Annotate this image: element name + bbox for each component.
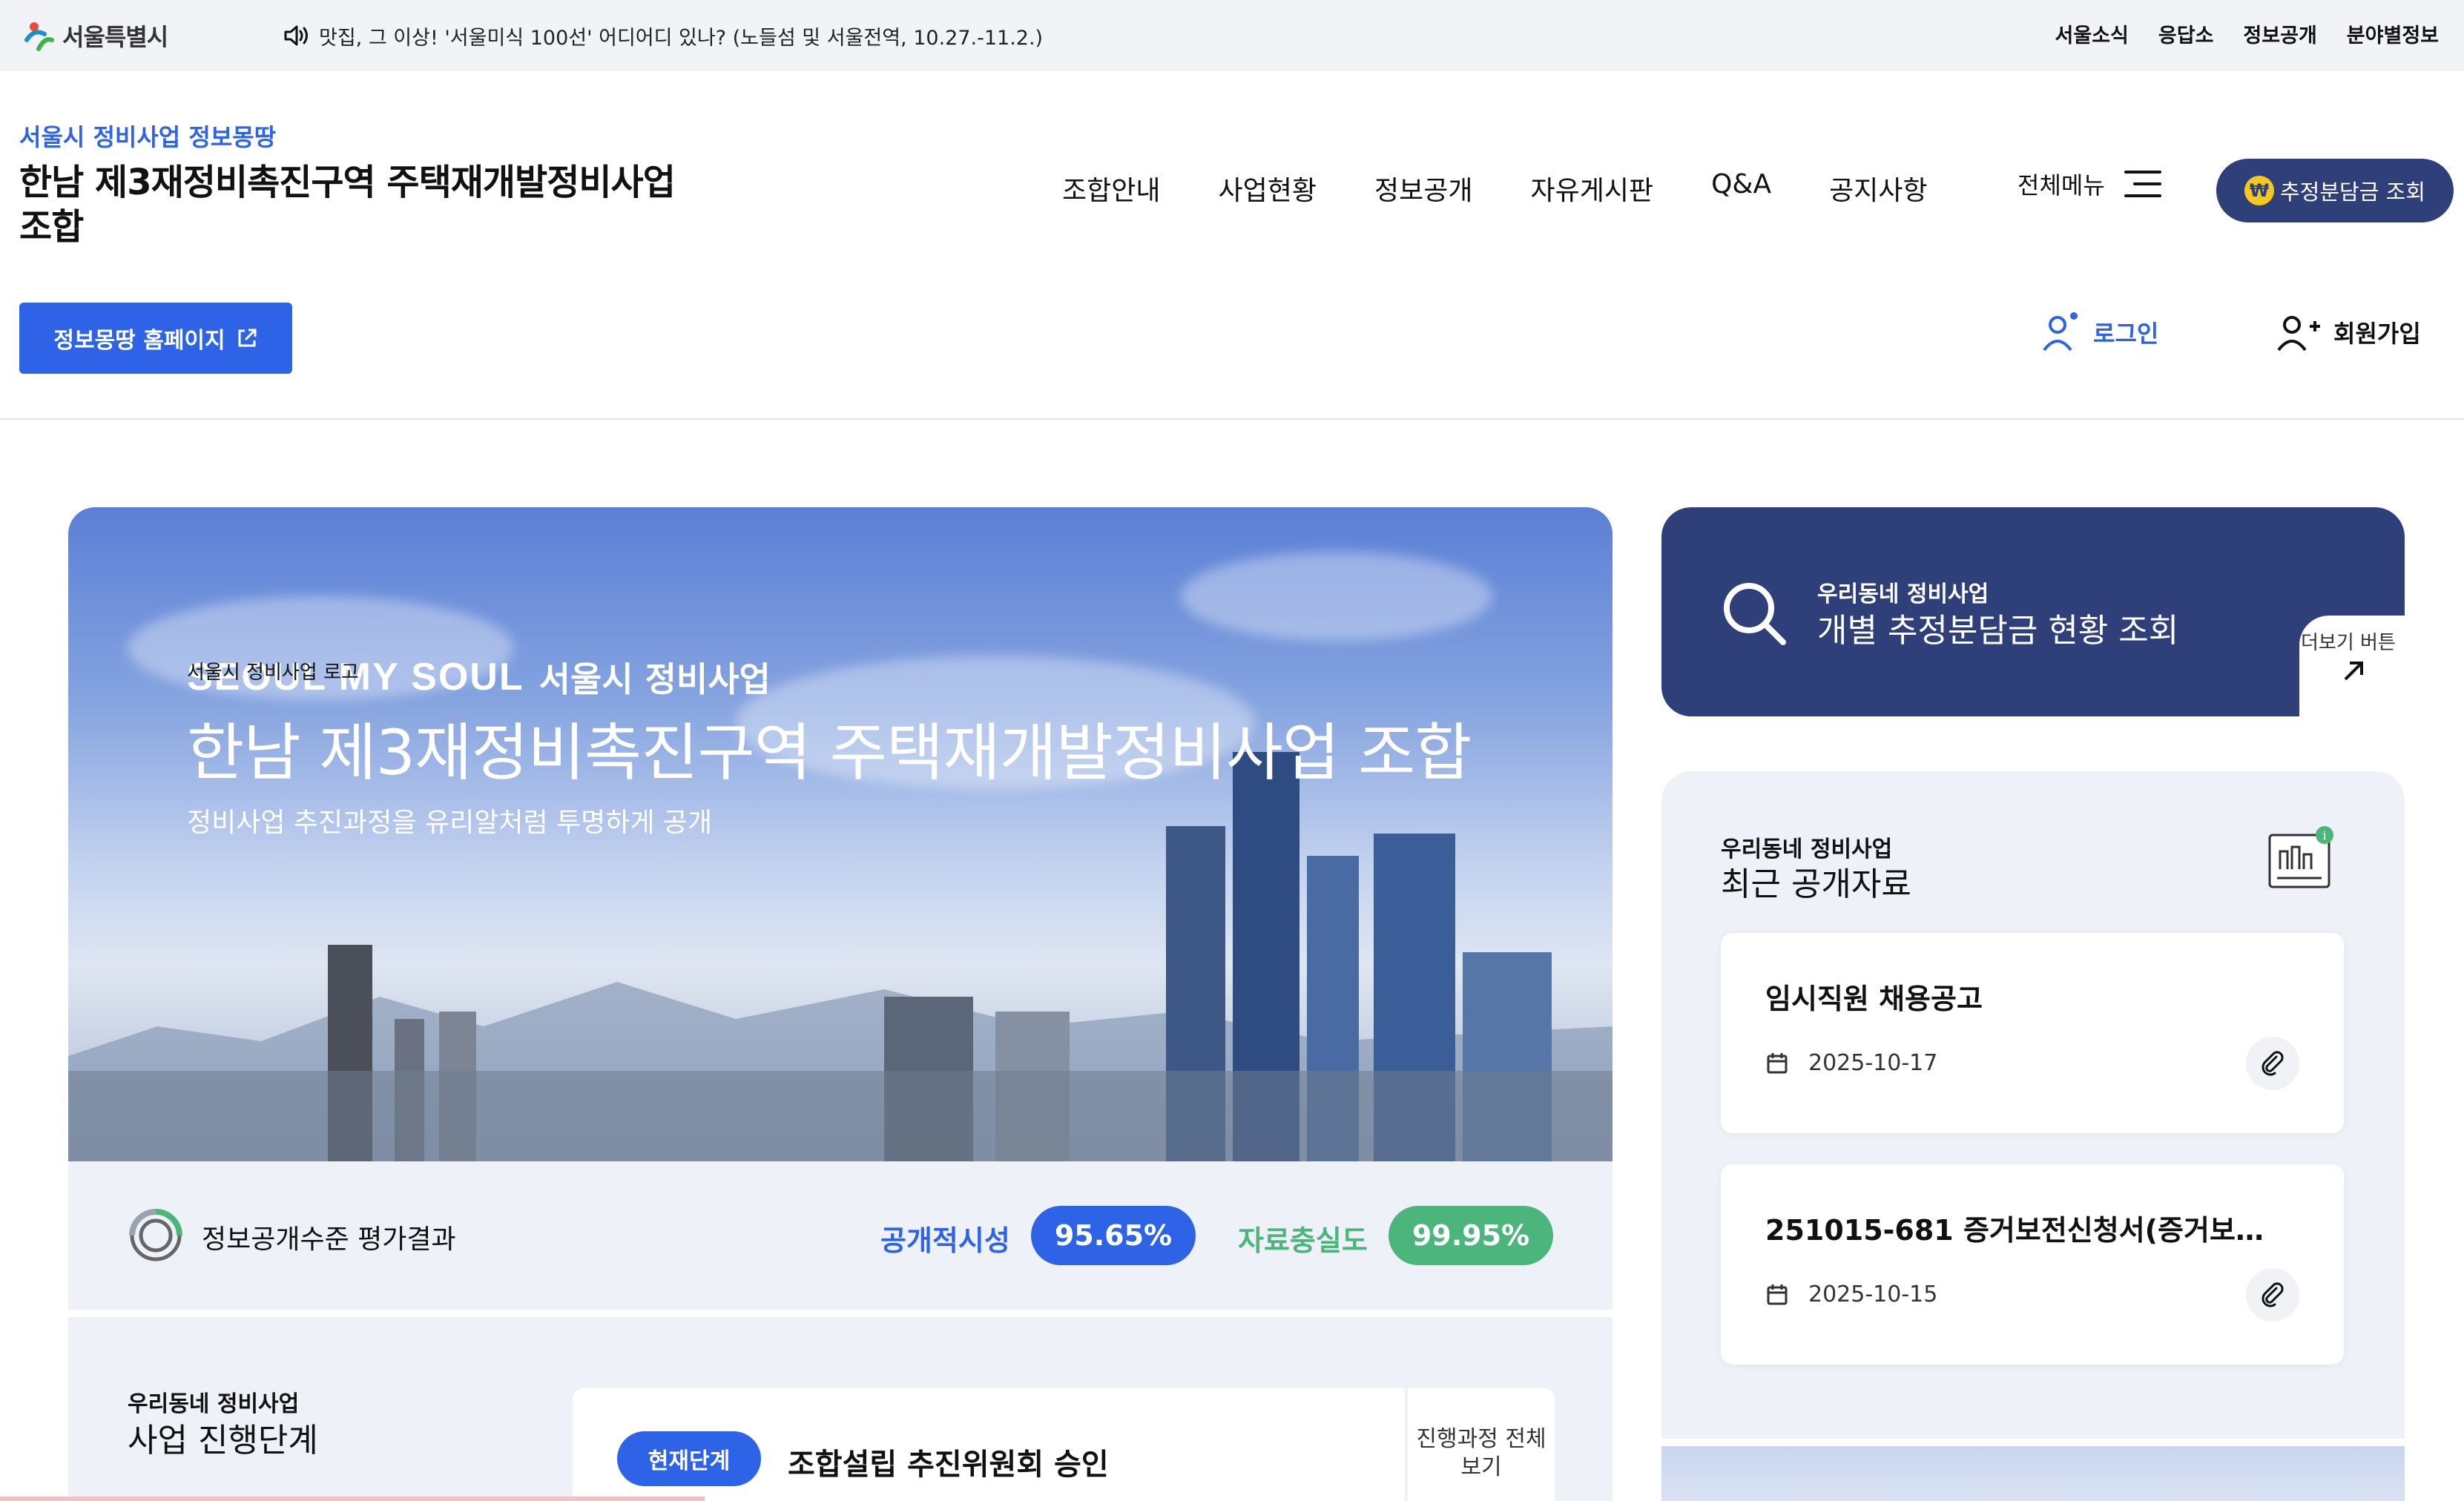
paperclip-icon[interactable] xyxy=(2246,1268,2299,1322)
nav-item-board[interactable]: 자유게시판 xyxy=(1530,169,1653,208)
nav-item-disclosure[interactable]: 정보공개 xyxy=(1374,169,1472,208)
all-menu-button[interactable]: 전체메뉴 xyxy=(2017,166,2161,202)
evaluation-bar: 정보공개수준 평가결과 공개적시성 95.65% 자료충실도 99.95% xyxy=(68,1161,1613,1310)
recent-title: 최근 공개자료 xyxy=(1721,865,1911,903)
calendar-icon xyxy=(1767,1052,1788,1073)
external-link-icon xyxy=(238,329,257,347)
view-all-stages-button[interactable]: 진행과정 전체보기 xyxy=(1408,1388,1555,1501)
site-subtitle[interactable]: 서울시 정비사업 정보몽땅 xyxy=(19,119,276,153)
page-scroll-progress xyxy=(0,1497,705,1501)
item-title: 임시직원 채용공고 xyxy=(1765,983,1983,1015)
paperclip-icon[interactable] xyxy=(2246,1037,2299,1090)
user-plus-icon xyxy=(2277,316,2320,352)
arrow-up-right-icon[interactable] xyxy=(2339,656,2369,685)
login-label: 로그인 xyxy=(2093,320,2159,348)
home-button-label: 정보몽땅 홈페이지 xyxy=(53,328,225,354)
notice-text: 맛집, 그 이상! '서울미식 100선' 어디어디 있나? (노들섬 및 서울… xyxy=(319,26,1044,50)
util-link-response[interactable]: 응답소 xyxy=(2158,19,2214,48)
hero-title: 한남 제3재정비촉진구역 주택재개발정비사업 조합 xyxy=(187,716,1472,789)
completeness-label: 자료충실도 xyxy=(1238,1224,1368,1257)
nav-item-status[interactable]: 사업현황 xyxy=(1218,169,1316,208)
hero-logo-sub: 서울시 정비사업 xyxy=(538,659,771,699)
hamburger-icon xyxy=(2124,166,2161,202)
search-icon xyxy=(1719,578,1791,650)
header-divider xyxy=(0,418,2464,420)
current-stage-badge: 현재단계 xyxy=(617,1431,761,1486)
item-date: 2025-10-15 xyxy=(1808,1281,1938,1307)
signup-label: 회원가입 xyxy=(2333,320,2421,348)
util-link-news[interactable]: 서울소식 xyxy=(2055,19,2129,48)
utility-links: 서울소식 응답소 정보공개 분야별정보 xyxy=(2055,19,2439,48)
hero-banner: SEOUL MY SOUL 서울시 정비사업 서울시 정비사업 로고 한남 제3… xyxy=(68,507,1613,1161)
item-date: 2025-10-17 xyxy=(1808,1050,1938,1076)
hero-logo-alt-text: 서울시 정비사업 로고 xyxy=(187,662,359,684)
user-icon xyxy=(2043,312,2078,352)
completeness-value-badge: 99.95% xyxy=(1389,1206,1553,1265)
project-stage-section: 우리동네 정비사업 사업 진행단계 현재단계 조합설립 추진위원회 승인 진행과… xyxy=(68,1317,1613,1501)
notice-ticker[interactable]: 맛집, 그 이상! '서울미식 100선' 어디어디 있나? (노들섬 및 서울… xyxy=(283,19,1043,52)
item-date-row: 2025-10-17 xyxy=(1765,1050,1937,1076)
item-title: 251015-681 증거보전신청서(증거보전... xyxy=(1765,1214,2285,1247)
won-icon: ₩ xyxy=(2244,176,2274,205)
all-menu-label: 전체메뉴 xyxy=(2017,171,2105,199)
info-homepage-button[interactable]: 정보몽땅 홈페이지 xyxy=(19,303,292,374)
calendar-icon xyxy=(1767,1284,1788,1304)
nav-item-association[interactable]: 조합안내 xyxy=(1062,169,1160,208)
util-link-info[interactable]: 정보공개 xyxy=(2243,19,2316,48)
current-stage-name: 조합설립 추진위원회 승인 xyxy=(788,1448,1109,1482)
next-panel-preview xyxy=(1661,1446,2405,1501)
seoul-logo-icon xyxy=(22,18,58,53)
item-date-row: 2025-10-15 xyxy=(1765,1281,1937,1307)
nav-item-notice[interactable]: 공지사항 xyxy=(1829,169,1927,208)
hero-description: 정비사업 추진과정을 유리알처럼 투명하게 공개 xyxy=(187,808,713,838)
logo-text: 서울특별시 xyxy=(62,23,168,51)
evaluation-label: 정보공개수준 평가결과 xyxy=(202,1224,456,1255)
more-button-label[interactable]: 더보기 버튼 xyxy=(2301,627,2396,655)
estimate-lookup-panel[interactable]: 우리동네 정비사업 개별 추정분담금 현황 조회 xyxy=(1661,507,2405,716)
util-link-field[interactable]: 분야별정보 xyxy=(2347,19,2439,48)
nav-item-qna[interactable]: Q&A xyxy=(1711,169,1771,208)
svg-text:i: i xyxy=(2322,828,2326,842)
stage-title: 사업 진행단계 xyxy=(128,1422,318,1459)
seoul-city-logo[interactable]: 서울특별시 xyxy=(22,12,168,59)
signup-link[interactable]: 회원가입 xyxy=(2277,311,2421,353)
site-title[interactable]: 한남 제3재정비촉진구역 주택재개발정비사업 조합 xyxy=(19,160,717,249)
login-link[interactable]: 로그인 xyxy=(2041,311,2158,353)
estimate-button-label: 추정분담금 조회 xyxy=(2280,179,2425,205)
top-utility-bar: 서울특별시 맛집, 그 이상! '서울미식 100선' 어디어디 있나? (노들… xyxy=(0,0,2464,71)
main-nav: 조합안내 사업현황 정보공개 자유게시판 Q&A 공지사항 xyxy=(1062,169,1928,208)
estimate-lookup-button[interactable]: ₩ 추정분담금 조회 xyxy=(2216,159,2454,222)
timeliness-value-badge: 95.65% xyxy=(1031,1206,1196,1265)
estimate-panel-title: 개별 추정분담금 현황 조회 xyxy=(1817,612,2179,650)
donut-chart-icon xyxy=(126,1206,185,1265)
current-stage-card: 현재단계 조합설립 추진위원회 승인 xyxy=(573,1388,1405,1501)
list-item[interactable]: 251015-681 증거보전신청서(증거보전... 2025-10-15 xyxy=(1721,1164,2344,1365)
document-chart-icon: i xyxy=(2267,825,2333,891)
speaker-icon xyxy=(284,25,308,46)
timeliness-label: 공개적시성 xyxy=(880,1224,1010,1257)
list-item[interactable]: 임시직원 채용공고 2025-10-17 xyxy=(1721,933,2344,1133)
recent-disclosures-panel: 우리동네 정비사업 최근 공개자료 i 임시직원 채용공고 2025-10-17… xyxy=(1661,771,2405,1439)
